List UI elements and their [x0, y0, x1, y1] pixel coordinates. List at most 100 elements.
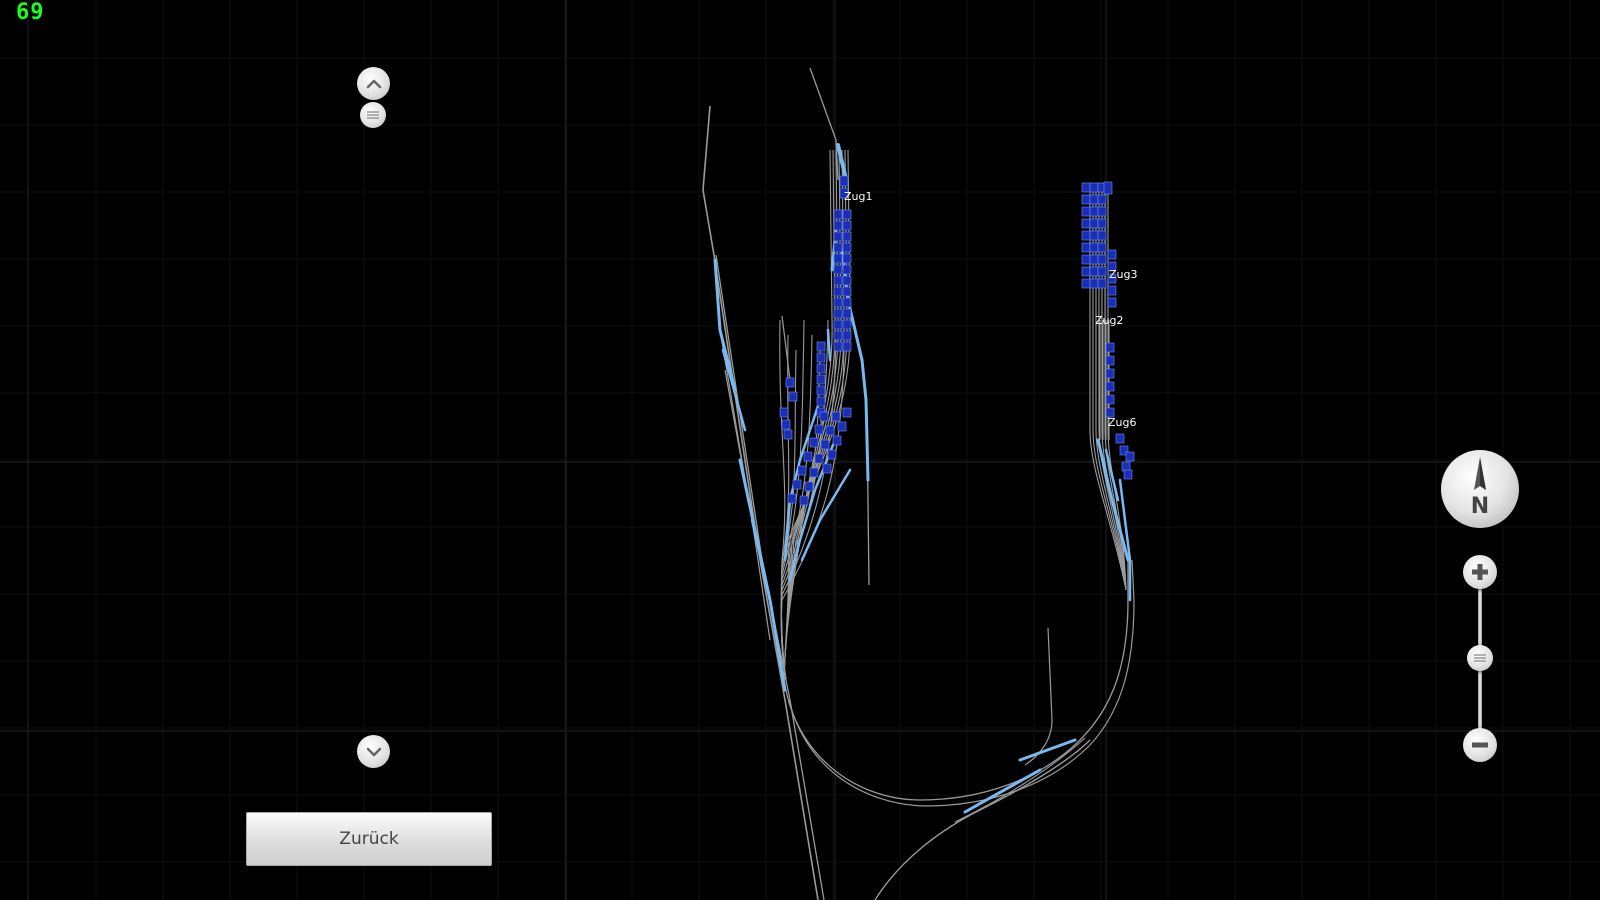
- occupied-track-segment: [963, 768, 1042, 814]
- wagon: [833, 242, 843, 253]
- track-segment: [715, 254, 825, 900]
- wagon: [809, 437, 819, 448]
- wagon: [842, 297, 852, 308]
- chevron-down-icon: [366, 747, 381, 756]
- wagon: [842, 220, 852, 231]
- track-network: [702, 67, 1135, 900]
- wagon: [842, 242, 852, 253]
- fps-counter: 69: [16, 0, 45, 25]
- track-segment: [1024, 627, 1053, 766]
- wagon: [1097, 278, 1107, 289]
- wagon: [833, 286, 843, 297]
- wagon: [781, 419, 791, 430]
- wagon: [799, 495, 809, 506]
- wagon: [842, 253, 852, 264]
- wagon: [1081, 218, 1091, 229]
- wagon: [803, 451, 813, 462]
- wagon: [1107, 249, 1117, 260]
- occupied-tracks: [713, 143, 1132, 814]
- wagon: [1103, 181, 1113, 195]
- back-button[interactable]: Zurück: [246, 812, 492, 866]
- wagon: [833, 275, 843, 286]
- wagon: [833, 297, 843, 308]
- wagon: [833, 253, 843, 264]
- wagon: [816, 396, 826, 407]
- wagon: [816, 341, 826, 352]
- wagon: [833, 209, 843, 220]
- train-label-zug2[interactable]: Zug2: [1095, 314, 1124, 327]
- train-label-zug1[interactable]: Zug1: [844, 190, 873, 203]
- wagon: [833, 220, 843, 231]
- wagon: [1105, 368, 1115, 379]
- wagon: [816, 363, 826, 374]
- wagon: [842, 264, 852, 275]
- wagon: [833, 319, 843, 330]
- wagon: [787, 493, 797, 504]
- zoom-out-button[interactable]: [1463, 728, 1497, 762]
- wagon: [1089, 242, 1099, 253]
- wagon: [1089, 254, 1099, 265]
- wagon: [833, 231, 843, 242]
- wagon: [1097, 242, 1107, 253]
- wagon: [827, 449, 837, 460]
- wagon: [833, 341, 843, 352]
- wagon: [1107, 285, 1117, 296]
- occupied-track-segment: [826, 328, 832, 362]
- wagon: [797, 465, 807, 476]
- track-segment: [788, 559, 1135, 807]
- wagon: [1089, 218, 1099, 229]
- wagon: [1081, 278, 1091, 289]
- train-label-zug6[interactable]: Zug6: [1108, 416, 1137, 429]
- wagon: [839, 175, 849, 187]
- wagon: [1089, 194, 1099, 205]
- wagon: [832, 435, 842, 446]
- wagon: [788, 391, 798, 402]
- wagon: [1081, 254, 1091, 265]
- wagon: [1123, 469, 1133, 480]
- track-segment: [779, 319, 787, 681]
- wagon: [1097, 254, 1107, 265]
- wagon: [1081, 266, 1091, 277]
- wagon: [1107, 297, 1117, 308]
- wagon: [816, 352, 826, 363]
- wagon: [779, 407, 789, 418]
- wagon: [842, 407, 852, 418]
- occupied-track-segment: [1018, 738, 1077, 762]
- wagon: [842, 286, 852, 297]
- wagon: [804, 481, 814, 492]
- zoom-slider-handle[interactable]: [1467, 645, 1493, 671]
- scroll-handle[interactable]: [360, 102, 386, 128]
- grip-icon: [1474, 654, 1486, 662]
- wagon: [1081, 182, 1091, 193]
- wagon: [783, 429, 793, 440]
- wagon: [837, 421, 847, 432]
- grip-icon: [367, 111, 379, 119]
- wagon: [1081, 242, 1091, 253]
- wagon: [1121, 461, 1131, 472]
- wagon: [842, 319, 852, 330]
- train-label-zug3[interactable]: Zug3: [1109, 268, 1138, 281]
- wagon: [1097, 218, 1107, 229]
- wagon: [819, 411, 829, 422]
- zoom-in-button[interactable]: [1463, 555, 1497, 589]
- scroll-up-button[interactable]: [357, 67, 390, 100]
- wagon: [785, 377, 795, 388]
- wagon: [1105, 342, 1115, 353]
- wagon: [1097, 230, 1107, 241]
- compass-label: N: [1470, 494, 1490, 519]
- wagon: [842, 308, 852, 319]
- wagon: [814, 453, 824, 464]
- wagon: [833, 264, 843, 275]
- chevron-up-icon: [366, 79, 381, 88]
- rail-network-map[interactable]: [0, 0, 1600, 900]
- wagon: [1081, 194, 1091, 205]
- minus-icon: [1472, 742, 1488, 748]
- wagon: [1089, 266, 1099, 277]
- wagon: [1097, 266, 1107, 277]
- wagon: [831, 411, 841, 422]
- track-segment: [874, 739, 1091, 900]
- scroll-down-button[interactable]: [357, 735, 390, 768]
- wagon: [842, 330, 852, 341]
- compass-button[interactable]: N: [1441, 450, 1519, 528]
- wagon: [822, 463, 832, 474]
